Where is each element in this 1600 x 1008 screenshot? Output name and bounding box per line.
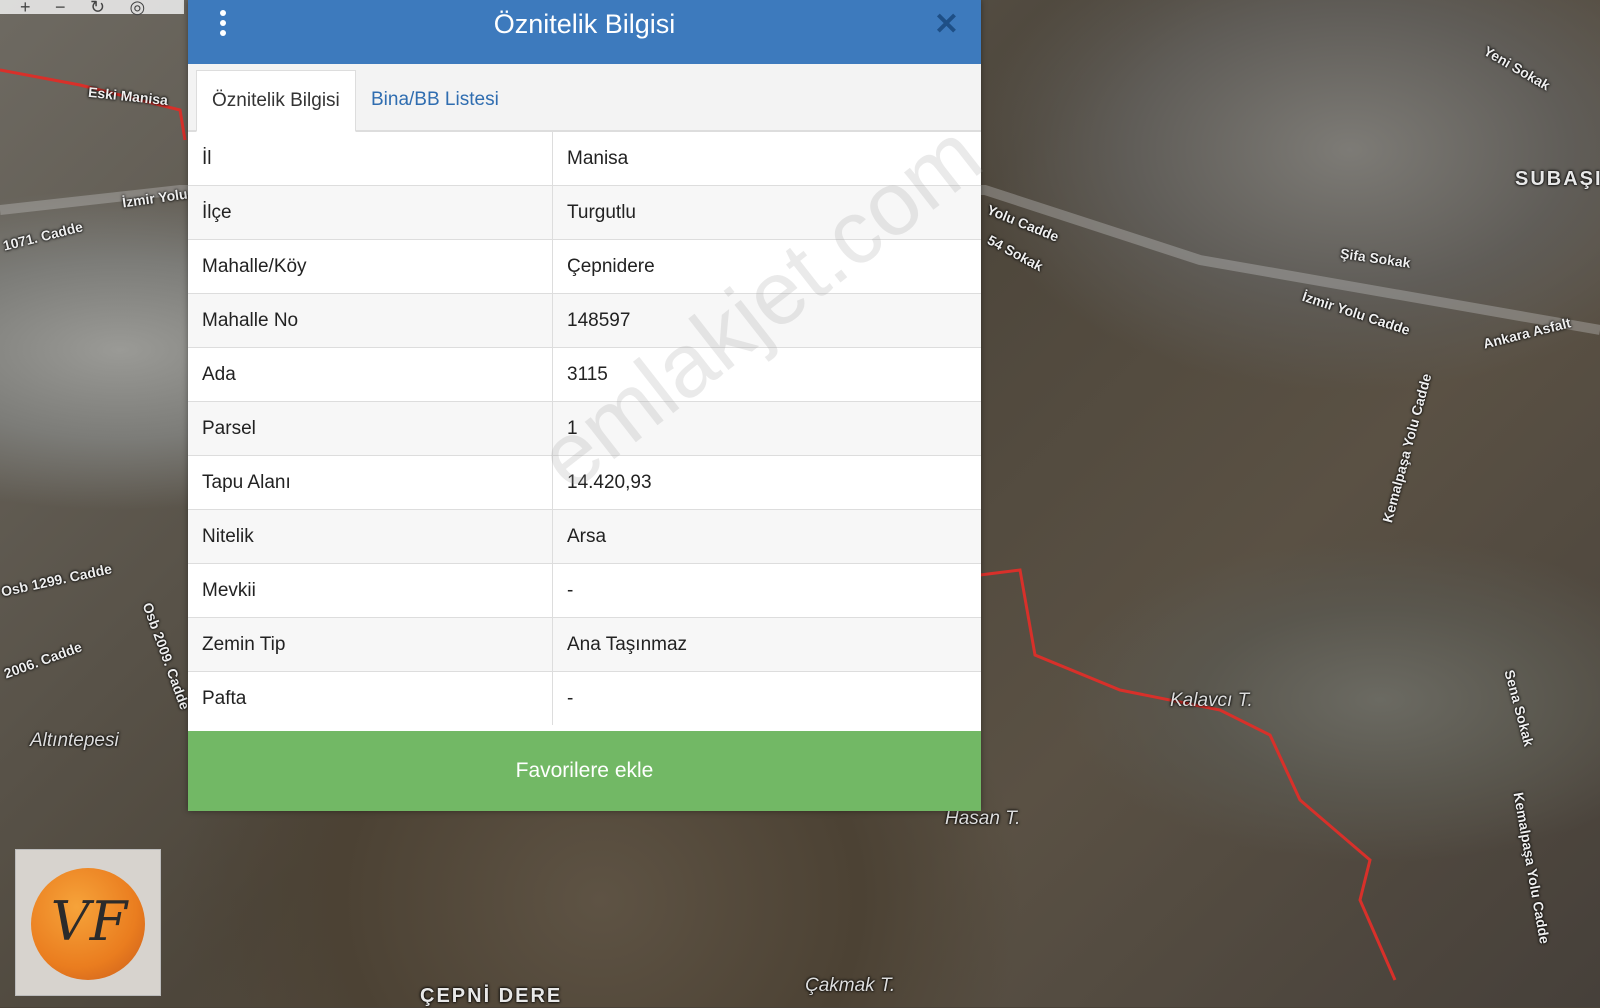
table-row: Mevkii -: [188, 563, 981, 618]
attribute-key: Ada: [188, 347, 553, 402]
table-row: Mahalle/Köy Çepnidere: [188, 239, 981, 294]
attribute-value: Çepnidere: [552, 239, 981, 294]
add-to-favorites-button[interactable]: Favorilere ekle: [188, 731, 981, 811]
map-label: Çakmak T.: [805, 975, 896, 996]
refresh-icon[interactable]: ↻: [90, 0, 105, 18]
attribute-value: Turgutlu: [552, 185, 981, 240]
attribute-value: Arsa: [552, 509, 981, 564]
dialog-title: Öznitelik Bilgisi: [493, 9, 676, 39]
attribute-key: Mahalle/Köy: [188, 239, 553, 294]
attribute-key: Mahalle No: [188, 293, 553, 348]
table-row: Nitelik Arsa: [188, 509, 981, 564]
attribute-dialog: Öznitelik Bilgisi ✕ Öznitelik Bilgisi Bi…: [188, 0, 981, 811]
attribute-value: -: [552, 563, 981, 618]
attribute-value: 1: [552, 401, 981, 456]
locate-icon[interactable]: ◎: [129, 0, 145, 18]
attribute-table: İl Manisa İlçe Turgutlu Mahalle/Köy Çepnide…: [188, 131, 981, 725]
attribute-value: Manisa: [552, 131, 981, 186]
close-icon[interactable]: ✕: [934, 8, 959, 42]
attribute-key: Nitelik: [188, 509, 553, 564]
zoom-out-icon[interactable]: −: [55, 0, 66, 18]
dialog-header: Öznitelik Bilgisi ✕: [188, 0, 981, 64]
attribute-key: Zemin Tip: [188, 617, 553, 672]
zoom-in-icon[interactable]: +: [20, 0, 31, 18]
map-label: Hasan T.: [945, 808, 1021, 829]
attribute-value: 148597: [552, 293, 981, 348]
attribute-key: Parsel: [188, 401, 553, 456]
map-toolbar: + − ↻ ◎: [0, 0, 184, 17]
table-row: Pafta -: [188, 671, 981, 725]
tab-attribute-info[interactable]: Öznitelik Bilgisi: [196, 70, 356, 132]
attribute-key: Pafta: [188, 671, 553, 725]
attribute-key: Tapu Alanı: [188, 455, 553, 510]
attribute-value: 3115: [552, 347, 981, 402]
map-label: SUBAŞI: [1515, 168, 1600, 190]
table-row: Zemin Tip Ana Taşınmaz: [188, 617, 981, 672]
table-row: Ada 3115: [188, 347, 981, 402]
attribute-value: 14.420,93: [552, 455, 981, 510]
tab-building-list[interactable]: Bina/BB Listesi: [356, 70, 514, 130]
attribute-key: İlçe: [188, 185, 553, 240]
logo-text: VF: [50, 890, 128, 953]
tab-bar: Öznitelik Bilgisi Bina/BB Listesi: [188, 64, 981, 132]
attribute-value: Ana Taşınmaz: [552, 617, 981, 672]
table-row: İlçe Turgutlu: [188, 185, 981, 240]
map-label: ÇEPNİ DERE: [420, 985, 563, 1007]
attribute-value: -: [552, 671, 981, 725]
brand-logo: VF: [15, 849, 161, 996]
table-row: Parsel 1: [188, 401, 981, 456]
map-label: Altıntepesi: [30, 730, 119, 751]
attribute-key: İl: [188, 131, 553, 186]
map-label: Kalavcı T.: [1170, 690, 1253, 711]
table-row: Tapu Alanı 14.420,93: [188, 455, 981, 510]
table-row: İl Manisa: [188, 131, 981, 186]
attribute-key: Mevkii: [188, 563, 553, 618]
table-row: Mahalle No 148597: [188, 293, 981, 348]
